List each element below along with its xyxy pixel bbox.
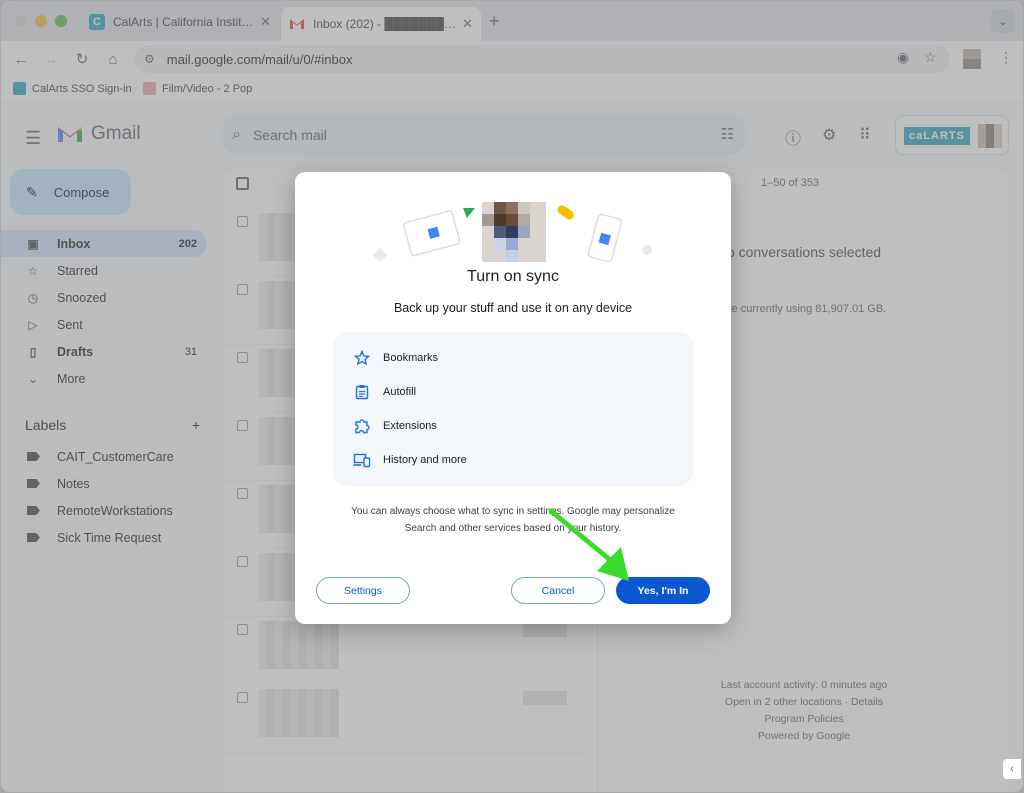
clipboard-icon <box>353 383 371 401</box>
feature-label: History and more <box>383 454 467 466</box>
sync-illustration <box>372 202 652 263</box>
side-panel-toggle-icon[interactable]: ‹ <box>1003 759 1021 779</box>
devices-icon <box>353 451 371 469</box>
dialog-subtitle: Back up your stuff and use it on any dev… <box>393 301 633 315</box>
star-icon <box>353 349 371 367</box>
dialog-title: Turn on sync <box>467 268 559 285</box>
annotation-arrow-icon <box>548 508 629 581</box>
settings-button[interactable]: Settings <box>316 577 410 604</box>
sync-features-list: Bookmarks Autofill Extensions History an… <box>333 332 693 486</box>
feature-label: Autofill <box>383 386 417 398</box>
list-item: Autofill <box>353 383 416 401</box>
feature-label: Extensions <box>383 420 437 432</box>
list-item: Bookmarks <box>353 349 438 367</box>
puzzle-icon <box>353 417 371 435</box>
list-item: Extensions <box>353 417 437 435</box>
feature-label: Bookmarks <box>383 352 439 364</box>
browser-window: C CalArts | California Institute o ✕ Inb… <box>1 1 1023 792</box>
sync-dialog: Turn on sync Back up your stuff and use … <box>295 172 731 624</box>
list-item: History and more <box>353 451 467 469</box>
